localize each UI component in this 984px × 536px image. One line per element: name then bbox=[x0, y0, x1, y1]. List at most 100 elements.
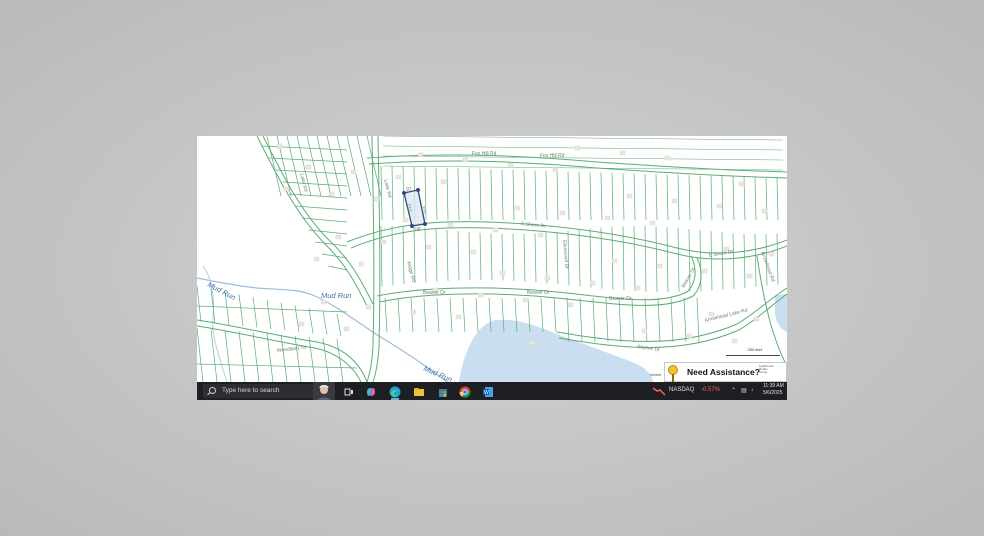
building-footprint bbox=[298, 321, 305, 327]
road-label-beaver-3: Beaver Dr bbox=[609, 296, 632, 302]
building-footprint bbox=[380, 239, 387, 245]
info-label: Inform bbox=[650, 372, 662, 377]
building-footprint bbox=[619, 150, 626, 156]
building-footprint bbox=[477, 292, 484, 298]
building-footprint bbox=[634, 285, 641, 291]
building-footprint bbox=[365, 304, 372, 310]
building-footprint bbox=[738, 181, 745, 187]
building-footprint bbox=[537, 232, 544, 238]
building-footprint bbox=[328, 191, 335, 197]
building-footprint bbox=[656, 263, 663, 269]
bing-highlight-icon bbox=[313, 382, 335, 400]
building-footprint bbox=[462, 157, 469, 163]
clock-time: 11:39 AM bbox=[763, 383, 784, 389]
building-footprint bbox=[455, 314, 462, 320]
building-footprint bbox=[470, 249, 477, 255]
building-footprint bbox=[604, 215, 611, 221]
chevron-up-icon[interactable]: ⌃ bbox=[731, 387, 736, 394]
parcel-map[interactable]: 97 215 98 215 Fox Hill Rd Fox Hill Rd E … bbox=[197, 136, 787, 382]
speaker-icon[interactable]: ♩ bbox=[751, 387, 757, 393]
taskbar-search-box[interactable]: Type here to search bbox=[203, 382, 335, 400]
building-footprint bbox=[283, 186, 290, 192]
building-footprint bbox=[626, 193, 633, 199]
building-footprint bbox=[350, 169, 357, 175]
building-footprint bbox=[716, 203, 723, 209]
need-assistance-widget[interactable]: Need Assistance? Lighthouse Realty Group bbox=[664, 362, 787, 382]
building-footprint bbox=[320, 299, 327, 305]
water-label-mud-run-center: Mud Run bbox=[321, 291, 351, 300]
building-footprint bbox=[492, 227, 499, 233]
building-footprint bbox=[522, 297, 529, 303]
scale-label: 250 feet bbox=[747, 347, 762, 352]
building-footprint bbox=[507, 162, 514, 168]
dimension-label-north: 97 bbox=[406, 187, 412, 193]
building-footprint bbox=[358, 261, 365, 267]
building-footprint bbox=[343, 326, 350, 332]
building-footprint bbox=[611, 258, 618, 264]
building-footprint bbox=[373, 196, 380, 202]
building-footprint bbox=[753, 316, 760, 322]
search-placeholder: Type here to search bbox=[222, 387, 280, 394]
building-footprint bbox=[276, 143, 283, 149]
building-footprint bbox=[395, 174, 402, 180]
building-footprint bbox=[701, 268, 708, 274]
building-footprint bbox=[529, 340, 536, 346]
building-footprint bbox=[402, 217, 409, 223]
clock[interactable]: 11:39 AM 5/6/2025 bbox=[763, 383, 784, 397]
brand-logo: Lighthouse Realty Group bbox=[759, 364, 787, 375]
file-explorer-icon[interactable] bbox=[413, 385, 425, 397]
building-footprint bbox=[447, 222, 454, 228]
ticker-change: -0.57% bbox=[701, 387, 721, 393]
search-icon bbox=[209, 387, 216, 394]
need-assistance-label: Need Assistance? bbox=[687, 367, 760, 377]
building-footprint bbox=[761, 208, 768, 214]
road-label-fox-hill-1: Fox Hill Rd bbox=[472, 151, 497, 157]
building-footprint bbox=[425, 244, 432, 250]
building-footprint bbox=[574, 145, 581, 151]
active-app-indicator bbox=[391, 398, 399, 400]
road-label-fox-hill-2: Fox Hill Rd bbox=[540, 153, 565, 159]
building-footprint bbox=[567, 302, 574, 308]
brand-line: Group bbox=[759, 370, 768, 375]
scale-line bbox=[726, 355, 780, 356]
network-icon[interactable]: ▤ bbox=[741, 387, 747, 394]
task-view-icon[interactable] bbox=[343, 385, 355, 397]
edge-icon[interactable] bbox=[389, 385, 401, 398]
building-footprint bbox=[686, 333, 693, 339]
building-footprint bbox=[559, 210, 566, 216]
building-footprint bbox=[440, 179, 447, 185]
scale-bar: 250 feet bbox=[722, 347, 782, 358]
system-tray: NASDAQ -0.57% ⌃ ▤ ♩ 11:39 AM 5/6/2025 bbox=[649, 382, 787, 400]
building-footprint bbox=[649, 220, 656, 226]
building-footprint bbox=[410, 309, 417, 315]
ticker-name: NASDAQ bbox=[669, 387, 695, 393]
road-label-beaver-2: Beaver Dr bbox=[527, 290, 550, 296]
building-footprint bbox=[641, 328, 648, 334]
building-footprint bbox=[417, 152, 424, 158]
screenshot-photo: 97 215 98 215 Fox Hill Rd Fox Hill Rd E … bbox=[197, 136, 787, 400]
svg-text:W: W bbox=[484, 390, 489, 396]
building-footprint bbox=[514, 205, 521, 211]
building-footprint bbox=[731, 338, 738, 344]
copilot-icon[interactable] bbox=[365, 385, 377, 397]
building-footprint bbox=[335, 234, 342, 240]
road-label-beaver-1: Beaver Dr bbox=[423, 290, 446, 296]
building-footprint bbox=[664, 155, 671, 161]
lightbulb-icon bbox=[668, 365, 678, 382]
clock-date: 5/6/2025 bbox=[763, 390, 783, 396]
building-footprint bbox=[552, 167, 559, 173]
taskbar: Type here to search W NASDAQ -0.57% ⌃ ▤ … bbox=[197, 382, 787, 400]
word-icon[interactable]: W bbox=[482, 385, 494, 397]
stock-chart-icon[interactable] bbox=[653, 386, 665, 396]
building-footprint bbox=[671, 198, 678, 204]
dimension-label-south: 98 bbox=[415, 227, 421, 233]
building-footprint bbox=[305, 164, 312, 170]
building-footprint bbox=[768, 251, 775, 257]
map-canvas: 97 215 98 215 Fox Hill Rd Fox Hill Rd E … bbox=[197, 136, 787, 382]
building-footprint bbox=[746, 273, 753, 279]
building-footprint bbox=[313, 256, 320, 262]
chrome-icon[interactable] bbox=[459, 385, 471, 398]
building-footprint bbox=[499, 270, 506, 276]
building-footprint bbox=[589, 280, 596, 286]
building-footprint bbox=[544, 275, 551, 281]
